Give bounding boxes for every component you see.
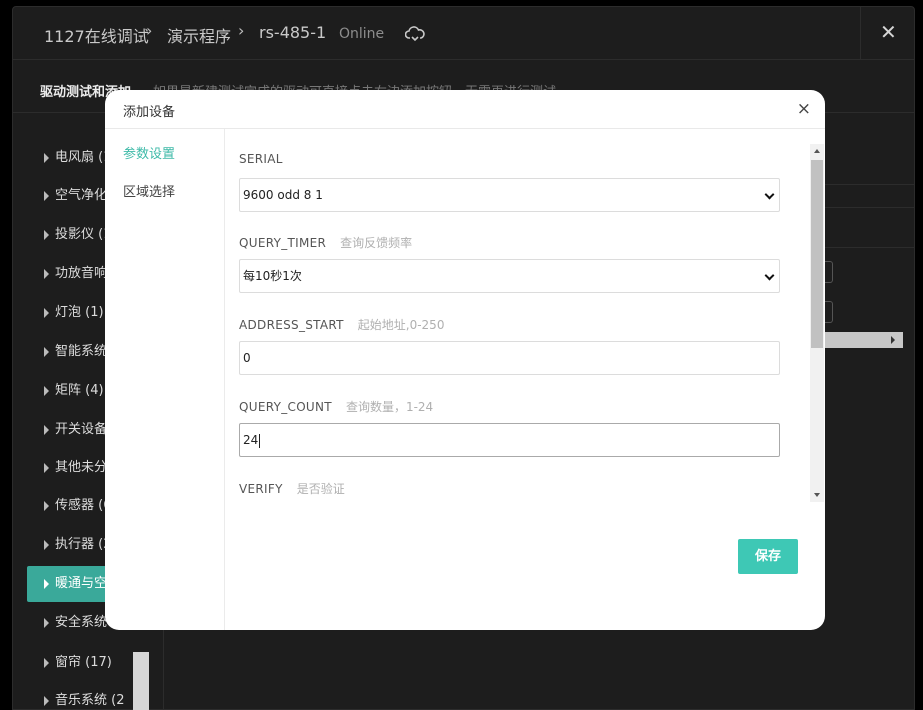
field-name: SERIAL [239, 152, 283, 166]
caret-right-icon [44, 501, 49, 511]
input-value: 0 [243, 351, 251, 365]
sidebar-item-label: 执行器 (2 [55, 537, 112, 552]
breadcrumb-project[interactable]: 1127在线调试 [44, 23, 149, 47]
sidebar-item-label: 音乐系统 (2 [55, 693, 125, 708]
sidebar-item-label: 窗帘 (17) [55, 655, 112, 670]
address-start-input[interactable]: 0 [239, 341, 780, 375]
sidebar-item-label: 智能系统 [55, 344, 108, 359]
save-button[interactable]: 保存 [738, 539, 798, 574]
field-label-serial: SERIAL [239, 152, 283, 166]
query-timer-select[interactable]: 每10秒1次 [239, 259, 780, 293]
status-text: Online [339, 26, 385, 42]
field-label-query-timer: QUERY_TIMER 查询反馈频率 [239, 234, 412, 251]
field-label-query-count: QUERY_COUNT 查询数量，1-24 [239, 398, 433, 415]
caret-right-icon [44, 269, 49, 279]
add-device-dialog: 添加设备 × 参数设置 区域选择 SERIAL 9600 odd 8 1 QUE… [105, 90, 825, 630]
field-name: QUERY_COUNT [239, 400, 332, 414]
sidebar-item-label: 安全系统 [55, 615, 108, 630]
close-icon[interactable]: × [797, 100, 811, 118]
caret-right-icon [44, 658, 49, 668]
sidebar-item-label: 开关设备 [55, 422, 108, 437]
close-icon: ✕ [880, 20, 897, 44]
field-description: 是否验证 [296, 482, 345, 496]
caret-right-icon [44, 696, 49, 706]
chevron-down-icon [764, 270, 775, 281]
sidebar-item-label: 暖通与空 [55, 576, 108, 591]
chevron-down-icon [764, 189, 775, 200]
sidebar-item-label: 其他未分 [55, 460, 108, 475]
field-name: QUERY_TIMER [239, 236, 327, 250]
caret-right-icon [44, 540, 49, 550]
arrow-right-icon[interactable] [891, 336, 895, 344]
breadcrumb-separator-icon: › [238, 21, 245, 40]
form-scrollbar[interactable] [810, 144, 824, 502]
caret-right-icon [44, 386, 49, 396]
nav-item-parameters[interactable]: 参数设置 [123, 143, 175, 162]
caret-right-icon [44, 425, 49, 435]
dialog-title: 添加设备 [123, 105, 176, 120]
sidebar-item-label: 传感器 (6 [55, 498, 112, 513]
scrollbar-thumb[interactable] [811, 160, 823, 348]
field-label-verify: VERIFY 是否验证 [239, 480, 345, 497]
text-cursor [259, 433, 261, 448]
sidebar-item[interactable]: 窗帘 (17) [27, 645, 149, 681]
arrow-up-icon[interactable] [814, 149, 820, 153]
breadcrumb-separator-icon: › [146, 21, 153, 40]
input-value: 24 [243, 433, 259, 447]
field-label-address-start: ADDRESS_START 起始地址,0-250 [239, 316, 444, 333]
caret-right-icon [44, 463, 49, 473]
caret-right-icon [44, 191, 49, 201]
caret-right-icon [44, 153, 49, 163]
breadcrumb-port[interactable]: rs-485-1 [259, 23, 326, 42]
sidebar-item-label: 功放音响 [55, 266, 108, 281]
sidebar-scrollbar[interactable] [133, 652, 149, 710]
caret-right-icon [44, 308, 49, 318]
breadcrumb-program[interactable]: 演示程序 [167, 23, 231, 47]
dialog-nav: 参数设置 区域选择 [105, 129, 225, 630]
field-name: VERIFY [239, 482, 283, 496]
sidebar-item-label: 矩阵 (4) [55, 383, 104, 398]
sidebar-item-label: 空气净化 [55, 188, 108, 203]
field-description: 查询数量，1-24 [345, 400, 434, 414]
sidebar-item-label: 灯泡 (1) [55, 305, 104, 320]
select-value: 9600 odd 8 1 [243, 188, 323, 202]
field-name: ADDRESS_START [239, 318, 344, 332]
select-value: 每10秒1次 [243, 269, 302, 283]
field-description: 查询反馈频率 [340, 236, 413, 250]
sidebar-item-label: 电风扇 (1 [55, 150, 112, 165]
caret-right-icon [44, 230, 49, 240]
window-close-button[interactable]: ✕ [860, 7, 914, 60]
serial-select[interactable]: 9600 odd 8 1 [239, 178, 780, 212]
caret-right-icon [44, 579, 49, 589]
dialog-header: 添加设备 × [105, 90, 825, 129]
field-description: 起始地址,0-250 [357, 318, 445, 332]
parameter-form: SERIAL 9600 odd 8 1 QUERY_TIMER 查询反馈频率 每1… [225, 129, 825, 504]
nav-item-area[interactable]: 区域选择 [123, 181, 175, 200]
caret-right-icon [44, 347, 49, 357]
caret-right-icon [44, 618, 49, 628]
sidebar-item[interactable]: 音乐系统 (2 [27, 683, 149, 710]
sidebar-item-label: 投影仪 (1 [55, 227, 112, 242]
query-count-input[interactable]: 24 [239, 423, 780, 457]
window-header: 1127在线调试 › 演示程序 › rs-485-1 Online ✕ [13, 7, 914, 60]
cloud-sync-icon[interactable] [405, 25, 425, 43]
arrow-down-icon[interactable] [814, 493, 820, 497]
